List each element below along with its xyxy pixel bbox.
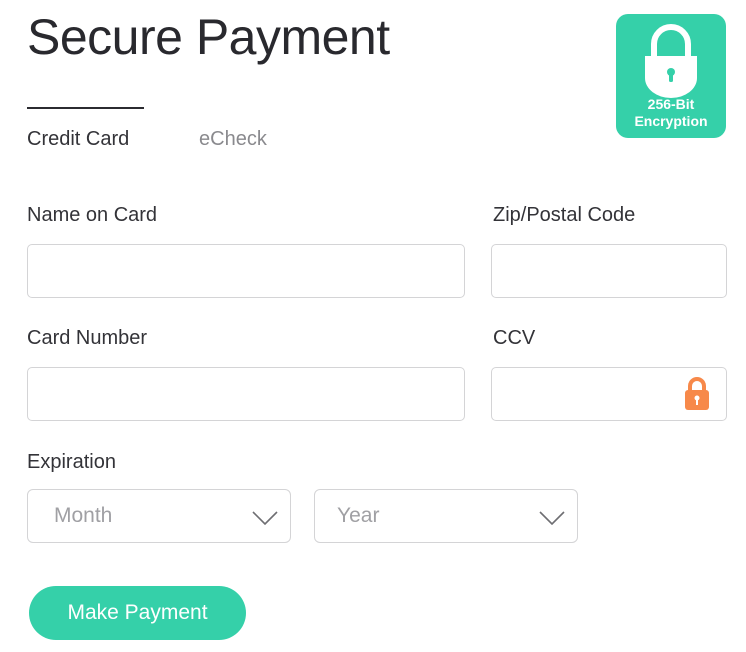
zip-input[interactable] (492, 245, 726, 297)
make-payment-button[interactable]: Make Payment (29, 586, 246, 640)
active-tab-indicator (27, 107, 144, 109)
card-number-label: Card Number (27, 327, 148, 349)
encryption-badge: 256-Bit Encryption (616, 14, 726, 138)
tab-echeck[interactable]: eCheck (199, 128, 267, 151)
month-select-value: Month (54, 504, 113, 527)
zip-label: Zip/Postal Code (493, 204, 636, 226)
name-on-card-label: Name on Card (27, 204, 158, 226)
card-number-field[interactable] (27, 367, 465, 421)
name-on-card-field[interactable] (27, 244, 465, 298)
badge-line-2: Encryption (634, 113, 708, 129)
month-select[interactable]: Month (27, 489, 291, 543)
badge-line-1: 256-Bit (647, 96, 695, 112)
lock-icon (685, 377, 709, 410)
ccv-label: CCV (493, 327, 536, 349)
card-number-input[interactable] (28, 368, 464, 420)
tab-credit-card[interactable]: Credit Card (27, 128, 129, 151)
chevron-down-icon (539, 511, 565, 525)
ccv-field[interactable] (491, 367, 727, 421)
year-select-value: Year (337, 504, 380, 527)
expiration-label: Expiration (27, 451, 116, 473)
zip-field[interactable] (491, 244, 727, 298)
name-on-card-input[interactable] (28, 245, 464, 297)
chevron-down-icon (252, 511, 278, 525)
year-select[interactable]: Year (314, 489, 578, 543)
page-title: Secure Payment (27, 9, 390, 65)
padlock-icon (645, 24, 697, 98)
